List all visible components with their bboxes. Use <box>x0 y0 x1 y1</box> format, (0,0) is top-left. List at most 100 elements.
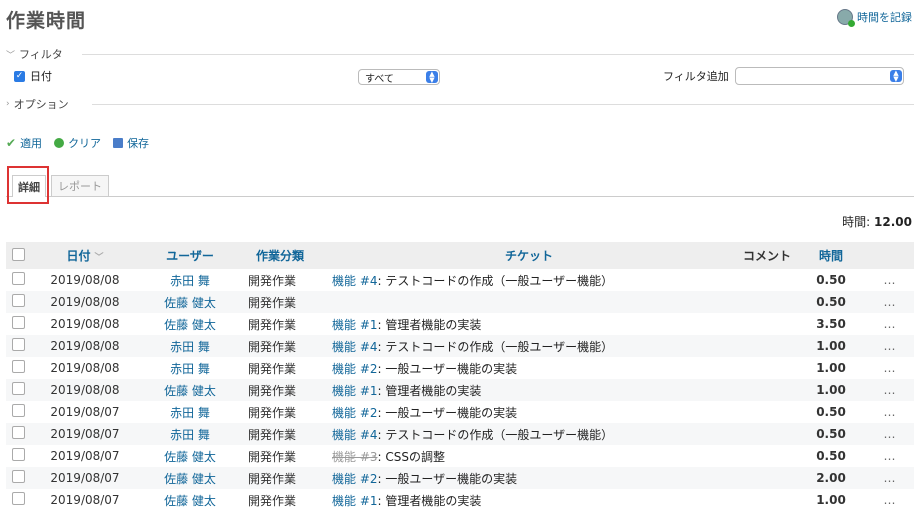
tab-report[interactable]: レポート <box>51 175 109 196</box>
row-menu-icon[interactable]: … <box>866 489 914 511</box>
query-actions: ✔ 適用 クリア 保存 <box>6 135 149 151</box>
ticket-link[interactable]: 機能 #3 <box>332 450 378 464</box>
check-icon: ✔ <box>6 136 17 150</box>
row-select-cell <box>6 423 30 445</box>
row-menu-icon[interactable]: … <box>866 291 914 313</box>
ticket-link[interactable]: 機能 #1 <box>332 384 378 398</box>
entry-user-link[interactable]: 佐藤 健太 <box>140 379 240 401</box>
row-checkbox[interactable] <box>11 294 25 307</box>
entry-user-link[interactable]: 赤田 舞 <box>140 335 240 357</box>
log-time-link[interactable]: 時間を記録 <box>837 9 912 27</box>
entry-user-link[interactable]: 佐藤 健太 <box>140 489 240 511</box>
row-menu-icon[interactable]: … <box>866 313 914 335</box>
entry-user-link[interactable]: 赤田 舞 <box>140 357 240 379</box>
row-checkbox[interactable] <box>11 470 25 483</box>
entry-hours: 1.00 <box>816 383 846 397</box>
row-menu-icon[interactable]: … <box>866 467 914 489</box>
table-row[interactable]: 2019/08/07 赤田 舞開発作業 機能 #2: 一般ユーザー機能の実装 0.50… <box>6 401 914 423</box>
row-menu-icon[interactable]: … <box>866 445 914 467</box>
entry-ticket: 機能 #1: 管理者機能の実装 <box>320 379 738 401</box>
table-row[interactable]: 2019/08/08 佐藤 健太 開発作業 機能 #1: 管理者機能の実装 3.50… <box>6 313 914 335</box>
select-all-checkbox[interactable] <box>11 247 25 261</box>
ticket-link[interactable]: 機能 #2 <box>332 362 378 376</box>
table-row[interactable]: 2019/08/07 佐藤 健太 開発作業 機能 #3: CSSの調整 0.50… <box>6 445 914 467</box>
clear-button[interactable]: クリア <box>54 135 101 151</box>
ticket-link[interactable]: 機能 #2 <box>332 472 378 486</box>
row-checkbox[interactable] <box>11 272 25 285</box>
entry-user-link[interactable]: 佐藤 健太 <box>140 291 240 313</box>
entry-user-link[interactable]: 佐藤 健太 <box>140 467 240 489</box>
column-header-ticket[interactable]: チケット <box>320 242 738 269</box>
row-checkbox[interactable] <box>11 360 25 373</box>
entry-user-link[interactable]: 赤田 舞 <box>140 423 240 445</box>
row-menu-icon[interactable]: … <box>866 269 914 291</box>
row-select-cell <box>6 467 30 489</box>
entry-activity: 開発作業 <box>248 449 297 464</box>
add-filter-select[interactable]: ▲ ▼ <box>735 67 904 85</box>
entry-date: 2019/08/08 <box>50 361 120 375</box>
column-header-hours[interactable]: 時間 <box>796 242 866 269</box>
select-all-cell <box>6 242 30 269</box>
entry-ticket: 機能 #4: テストコードの作成（一般ユーザー機能） <box>320 269 738 291</box>
row-checkbox[interactable] <box>11 404 25 417</box>
row-checkbox[interactable] <box>11 338 25 351</box>
row-select-cell <box>6 489 30 511</box>
entry-hours: 0.50 <box>816 405 846 419</box>
ticket-link[interactable]: 機能 #4 <box>332 428 378 442</box>
ticket-link[interactable]: 機能 #1 <box>332 494 378 508</box>
date-filter-checkbox[interactable]: ✓ <box>14 70 25 82</box>
entry-user-link[interactable]: 佐藤 健太 <box>140 313 240 335</box>
table-row[interactable]: 2019/08/07 赤田 舞開発作業 機能 #4: テストコードの作成（一般ユーザ… <box>6 423 914 445</box>
table-row[interactable]: 2019/08/08 赤田 舞開発作業 機能 #2: 一般ユーザー機能の実装 1.00… <box>6 357 914 379</box>
options-divider <box>92 104 914 105</box>
filter-legend[interactable]: ﹀ フィルタ <box>6 46 63 62</box>
ticket-subject: : テストコードの作成（一般ユーザー機能） <box>377 427 614 442</box>
page-title: 作業時間 <box>6 10 87 32</box>
entry-hours: 0.50 <box>816 449 846 463</box>
options-legend[interactable]: › オプション <box>6 96 69 112</box>
entry-user-link[interactable]: 赤田 舞 <box>140 401 240 423</box>
entry-hours: 1.00 <box>816 493 846 507</box>
row-checkbox[interactable] <box>11 316 25 329</box>
ticket-subject: : 一般ユーザー機能の実装 <box>377 361 518 376</box>
ticket-subject: : 管理者機能の実装 <box>377 317 482 332</box>
column-header-user[interactable]: ユーザー <box>140 242 240 269</box>
row-menu-icon[interactable]: … <box>866 357 914 379</box>
ticket-subject: : テストコードの作成（一般ユーザー機能） <box>377 273 614 288</box>
entry-activity: 開発作業 <box>248 405 297 420</box>
total-hours: 時間: 12.00 <box>842 213 912 230</box>
date-operator-value: すべて <box>365 73 394 85</box>
ticket-link[interactable]: 機能 #2 <box>332 406 378 420</box>
table-row[interactable]: 2019/08/08 佐藤 健太 開発作業 0.50… <box>6 291 914 313</box>
table-row[interactable]: 2019/08/07 佐藤 健太 開発作業 機能 #1: 管理者機能の実装 1.00… <box>6 489 914 511</box>
row-checkbox[interactable] <box>11 382 25 395</box>
table-row[interactable]: 2019/08/07 佐藤 健太 開発作業 機能 #2: 一般ユーザー機能の実装 2.0… <box>6 467 914 489</box>
row-menu-icon[interactable]: … <box>866 401 914 423</box>
row-select-cell <box>6 401 30 423</box>
ticket-link[interactable]: 機能 #4 <box>332 274 378 288</box>
entry-activity: 開発作業 <box>248 317 297 332</box>
row-menu-icon[interactable]: … <box>866 423 914 445</box>
ticket-link[interactable]: 機能 #4 <box>332 340 378 354</box>
column-header-activity[interactable]: 作業分類 <box>240 242 320 269</box>
row-select-cell <box>6 313 30 335</box>
row-menu-icon[interactable]: … <box>866 335 914 357</box>
ticket-link[interactable]: 機能 #1 <box>332 318 378 332</box>
table-row[interactable]: 2019/08/08 赤田 舞開発作業 機能 #4: テストコードの作成（一般ユーザ… <box>6 269 914 291</box>
save-button[interactable]: 保存 <box>113 135 149 151</box>
row-checkbox[interactable] <box>11 492 25 505</box>
date-operator-select[interactable]: すべて ▲ ▼ <box>358 69 440 85</box>
entry-date: 2019/08/07 <box>50 427 120 441</box>
entry-user-link[interactable]: 赤田 舞 <box>140 269 240 291</box>
entry-activity: 開発作業 <box>248 471 297 486</box>
entry-activity: 開発作業 <box>248 493 297 508</box>
row-checkbox[interactable] <box>11 448 25 461</box>
table-row[interactable]: 2019/08/08 赤田 舞開発作業 機能 #4: テストコードの作成（一般ユーザ… <box>6 335 914 357</box>
column-header-date[interactable]: 日付 ﹀ <box>30 242 140 269</box>
entry-user-link[interactable]: 佐藤 健太 <box>140 445 240 467</box>
apply-button[interactable]: ✔ 適用 <box>6 135 42 151</box>
table-row[interactable]: 2019/08/08 佐藤 健太 開発作業 機能 #1: 管理者機能の実装 1.00… <box>6 379 914 401</box>
entry-hours: 1.00 <box>816 361 846 375</box>
row-checkbox[interactable] <box>11 426 25 439</box>
row-menu-icon[interactable]: … <box>866 379 914 401</box>
